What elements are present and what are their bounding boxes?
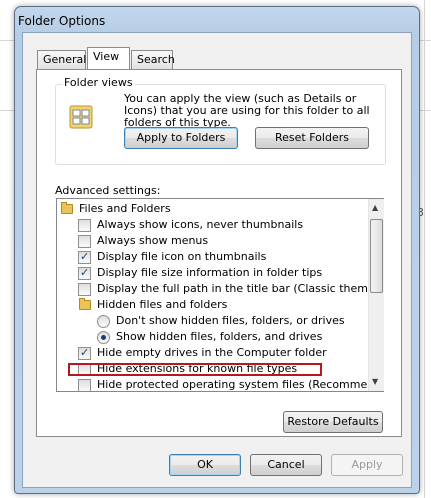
background-divider (424, 0, 425, 498)
check-mark-icon: ✓ (80, 250, 90, 263)
checkbox-checked[interactable]: ✓ (78, 250, 91, 264)
reset-folders-button[interactable]: Reset Folders (255, 127, 369, 149)
dialog-title: Folder Options (18, 14, 106, 28)
check-mark-icon: ✓ (80, 266, 90, 279)
folder-icon (79, 298, 91, 310)
scrollbar-thumb[interactable] (370, 219, 383, 293)
folder-views-icon (68, 102, 98, 132)
radio-button-selected[interactable] (97, 331, 110, 344)
ok-button[interactable]: OK (169, 454, 241, 476)
check-mark-icon: ✓ (80, 346, 90, 359)
scroll-down-arrow-icon[interactable]: ▼ (372, 377, 378, 386)
apply-to-folders-button[interactable]: Apply to Folders (124, 127, 238, 149)
scroll-up-arrow-icon[interactable]: ▲ (372, 203, 378, 212)
checkbox[interactable] (78, 283, 91, 296)
tab-view[interactable]: View (87, 47, 130, 69)
radio-dot-icon (101, 335, 106, 340)
checkbox[interactable] (78, 219, 91, 232)
checkbox[interactable] (78, 235, 91, 248)
checkbox[interactable] (78, 379, 91, 391)
advanced-settings-label: Advanced settings: (55, 184, 161, 197)
restore-defaults-button[interactable]: Restore Defaults (283, 411, 383, 433)
folder-views-description: You can apply the view (such as Details … (124, 92, 370, 129)
radio-button[interactable] (97, 315, 110, 328)
folder-views-label: Folder views (62, 76, 135, 89)
tab-search[interactable]: Search (131, 50, 175, 69)
checkbox-checked[interactable]: ✓ (78, 346, 91, 360)
checkbox-checked[interactable]: ✓ (78, 266, 91, 280)
tab-general[interactable]: General (37, 50, 86, 69)
highlight-annotation (68, 363, 322, 376)
apply-button[interactable]: Apply (331, 454, 403, 476)
folder-icon (61, 202, 73, 214)
vertical-scrollbar[interactable]: ▲ ▼ (368, 199, 384, 391)
cancel-button[interactable]: Cancel (250, 454, 322, 476)
